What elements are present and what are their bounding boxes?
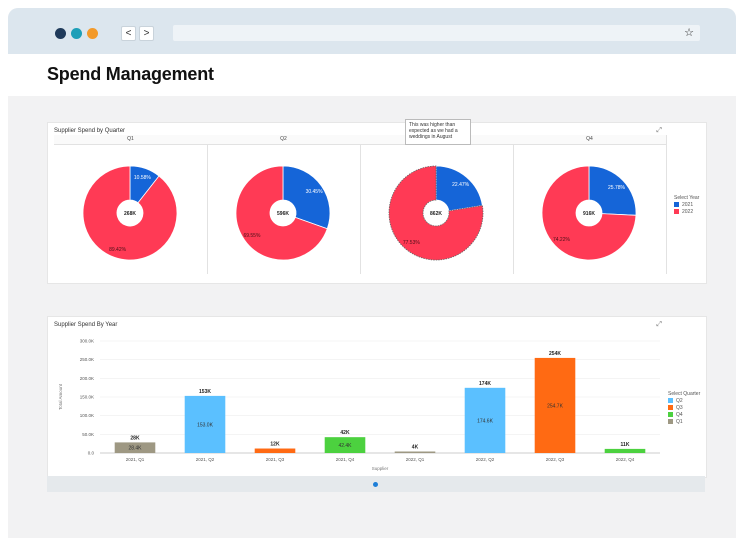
legend-item-q1[interactable]: Q1	[668, 419, 700, 425]
x-tick-label: 2021, Q3	[266, 457, 285, 462]
y-tick-label: 0.0	[88, 451, 95, 456]
legend-item-q3[interactable]: Q3	[668, 405, 700, 411]
browser-window: < > ☆ Spend Management Supplier Spend by…	[8, 8, 736, 538]
y-tick-label: 150.0K	[80, 395, 94, 400]
back-button[interactable]: <	[121, 26, 136, 41]
slice-percent-label: 10.58%	[134, 175, 152, 181]
x-tick-label: 2022, Q3	[546, 457, 565, 462]
y-tick-label: 300.0K	[80, 339, 94, 344]
legend-swatch	[668, 398, 673, 404]
donut-slice-q3-2021[interactable]	[435, 165, 483, 212]
bookmark-star-icon[interactable]: ☆	[684, 25, 694, 41]
y-axis-label: Total Amount	[58, 383, 63, 410]
bar-inner-label: 254.7K	[547, 403, 564, 409]
dot-dark-icon	[55, 28, 66, 39]
legend-label: Q3	[676, 405, 683, 411]
legend-swatch	[674, 209, 679, 215]
annotation-tooltip: This was higher than expected as we had …	[405, 119, 471, 145]
slice-percent-label: 89.42%	[109, 247, 127, 253]
bar-value-label: 4K	[412, 445, 419, 451]
supplier-spend-by-quarter-panel: Supplier Spend by Quarter ⤢ Q1 Q2 Q3 Q4 …	[47, 122, 707, 284]
legend-label: Q2	[676, 398, 683, 404]
legend-swatch	[668, 405, 673, 411]
quarter-legend: Select Quarter Q2 Q3 Q4 Q1	[668, 391, 700, 426]
slice-percent-label: 22.47%	[452, 182, 470, 188]
supplier-spend-by-year-panel: Supplier Spend By Year ⤢ 0.0 50.0K 100.0K 1…	[47, 316, 707, 478]
browser-toolbar: < > ☆	[8, 8, 736, 54]
bar-value-label: 42K	[340, 430, 350, 436]
x-tick-label: 2022, Q4	[616, 457, 635, 462]
slice-percent-label: 25.78%	[608, 185, 626, 191]
donut-total-label: 268K	[124, 211, 136, 217]
bar-value-label: 153K	[199, 389, 211, 395]
slice-percent-label: 74.22%	[553, 237, 571, 243]
pager-bar	[47, 476, 705, 492]
bar-inner-label: 153.0K	[197, 422, 214, 428]
x-tick-label: 2022, Q1	[406, 457, 425, 462]
x-tick-label: 2021, Q1	[126, 457, 145, 462]
slice-percent-label: 77.53%	[403, 240, 421, 246]
page-header: Spend Management	[8, 54, 736, 96]
y-tick-label: 250.0K	[80, 357, 94, 362]
legend-swatch	[668, 412, 673, 418]
legend-item-2022[interactable]: 2022	[674, 209, 699, 215]
bar-2022-q4[interactable]	[604, 448, 646, 453]
bar-inner-label: 28.4K	[128, 446, 142, 452]
x-tick-label: 2022, Q2	[476, 457, 495, 462]
donut-total-label: 596K	[277, 211, 289, 217]
x-tick-label: 2021, Q2	[196, 457, 215, 462]
x-tick-label: 2021, Q4	[336, 457, 355, 462]
bar-2021-q3[interactable]	[254, 448, 296, 453]
address-bar[interactable]: ☆	[173, 25, 700, 41]
bar-inner-label: 174.6K	[477, 418, 494, 424]
page-title: Spend Management	[47, 64, 214, 84]
donut-total-label: 916K	[583, 211, 595, 217]
bar-chart: 0.0 50.0K 100.0K 150.0K 200.0K 250.0K 300.0K 28…	[58, 339, 660, 471]
bar-value-label: 254K	[549, 351, 561, 357]
slice-percent-label: 30.45%	[306, 189, 324, 195]
donut-charts: 10.58% 89.42% 268K 30.45% 69.55% 596K 22.47% 77…	[82, 165, 637, 261]
legend-title: Select Year	[674, 195, 700, 201]
legend-swatch	[668, 419, 673, 425]
bar-inner-label: 42.4K	[338, 443, 352, 449]
forward-button[interactable]: >	[139, 26, 154, 41]
slice-percent-label: 69.55%	[243, 233, 261, 239]
bar-value-label: 12K	[270, 442, 280, 448]
legend-label: 2022	[682, 209, 694, 215]
y-tick-label: 200.0K	[80, 376, 94, 381]
bar-value-label: 28K	[130, 435, 140, 441]
page-indicator-dot[interactable]	[373, 482, 378, 487]
year-legend: Select Year 2021 2022	[674, 195, 699, 216]
legend-item-q2[interactable]: Q2	[668, 398, 700, 404]
dot-teal-icon	[71, 28, 82, 39]
bar-value-label: 11K	[621, 442, 630, 448]
legend-label: 2021	[682, 202, 694, 208]
legend-label: Q4	[676, 412, 683, 418]
legend-item-q4[interactable]: Q4	[668, 412, 700, 418]
x-axis-label: Supplier	[372, 466, 389, 471]
bar-value-label: 174K	[479, 381, 491, 387]
legend-title: Select Quarter	[668, 391, 701, 397]
donut-slice-q2-2021[interactable]	[282, 165, 331, 230]
legend-label: Q1	[676, 419, 683, 425]
dot-orange-icon	[87, 28, 98, 39]
y-tick-label: 50.0K	[82, 432, 94, 437]
y-tick-label: 100.0K	[80, 413, 94, 418]
legend-swatch	[674, 202, 679, 208]
bar-2022-q1[interactable]	[394, 451, 436, 453]
donut-total-label: 862K	[430, 211, 442, 217]
legend-item-2021[interactable]: 2021	[674, 202, 699, 208]
